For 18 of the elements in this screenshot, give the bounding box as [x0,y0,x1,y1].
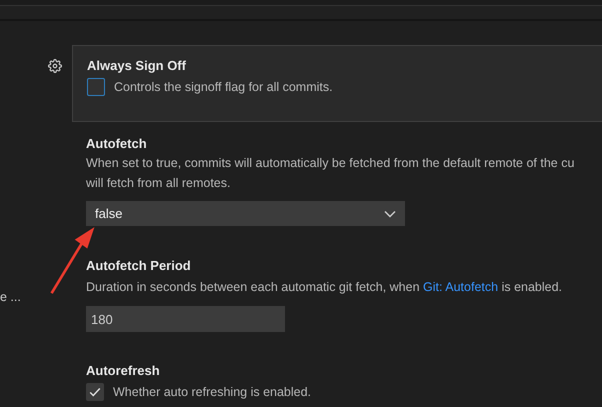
setting-title: Autorefresh [86,362,161,380]
setting-title: Autofetch [86,135,148,153]
chevron-down-icon [384,210,396,218]
dropdown[interactable]: false [86,201,405,226]
setting-description: When set to true, commits will automatically be fetched from the default remote of the cu [86,155,576,172]
number-input[interactable]: 180 [86,306,285,332]
setting-description: Duration in seconds between each automatic git fetch, when Git: Autofetch is enabled. [86,279,564,296]
setting-description: will fetch from all remotes. [86,175,232,192]
setting-link[interactable]: Git: Autofetch [423,280,498,294]
checkbox[interactable] [87,78,105,96]
setting-description: Whether auto refreshing is enabled. [113,384,312,401]
sidebar-item[interactable]: e ... [0,288,72,307]
settings-icon[interactable] [48,59,62,73]
checkbox[interactable] [86,383,104,402]
setting-title: Autofetch Period [86,257,192,275]
checkmark-icon [88,385,102,400]
setting-title: Always Sign Off [87,57,187,75]
setting-description: Controls the signoff flag for all commits. [114,79,333,96]
